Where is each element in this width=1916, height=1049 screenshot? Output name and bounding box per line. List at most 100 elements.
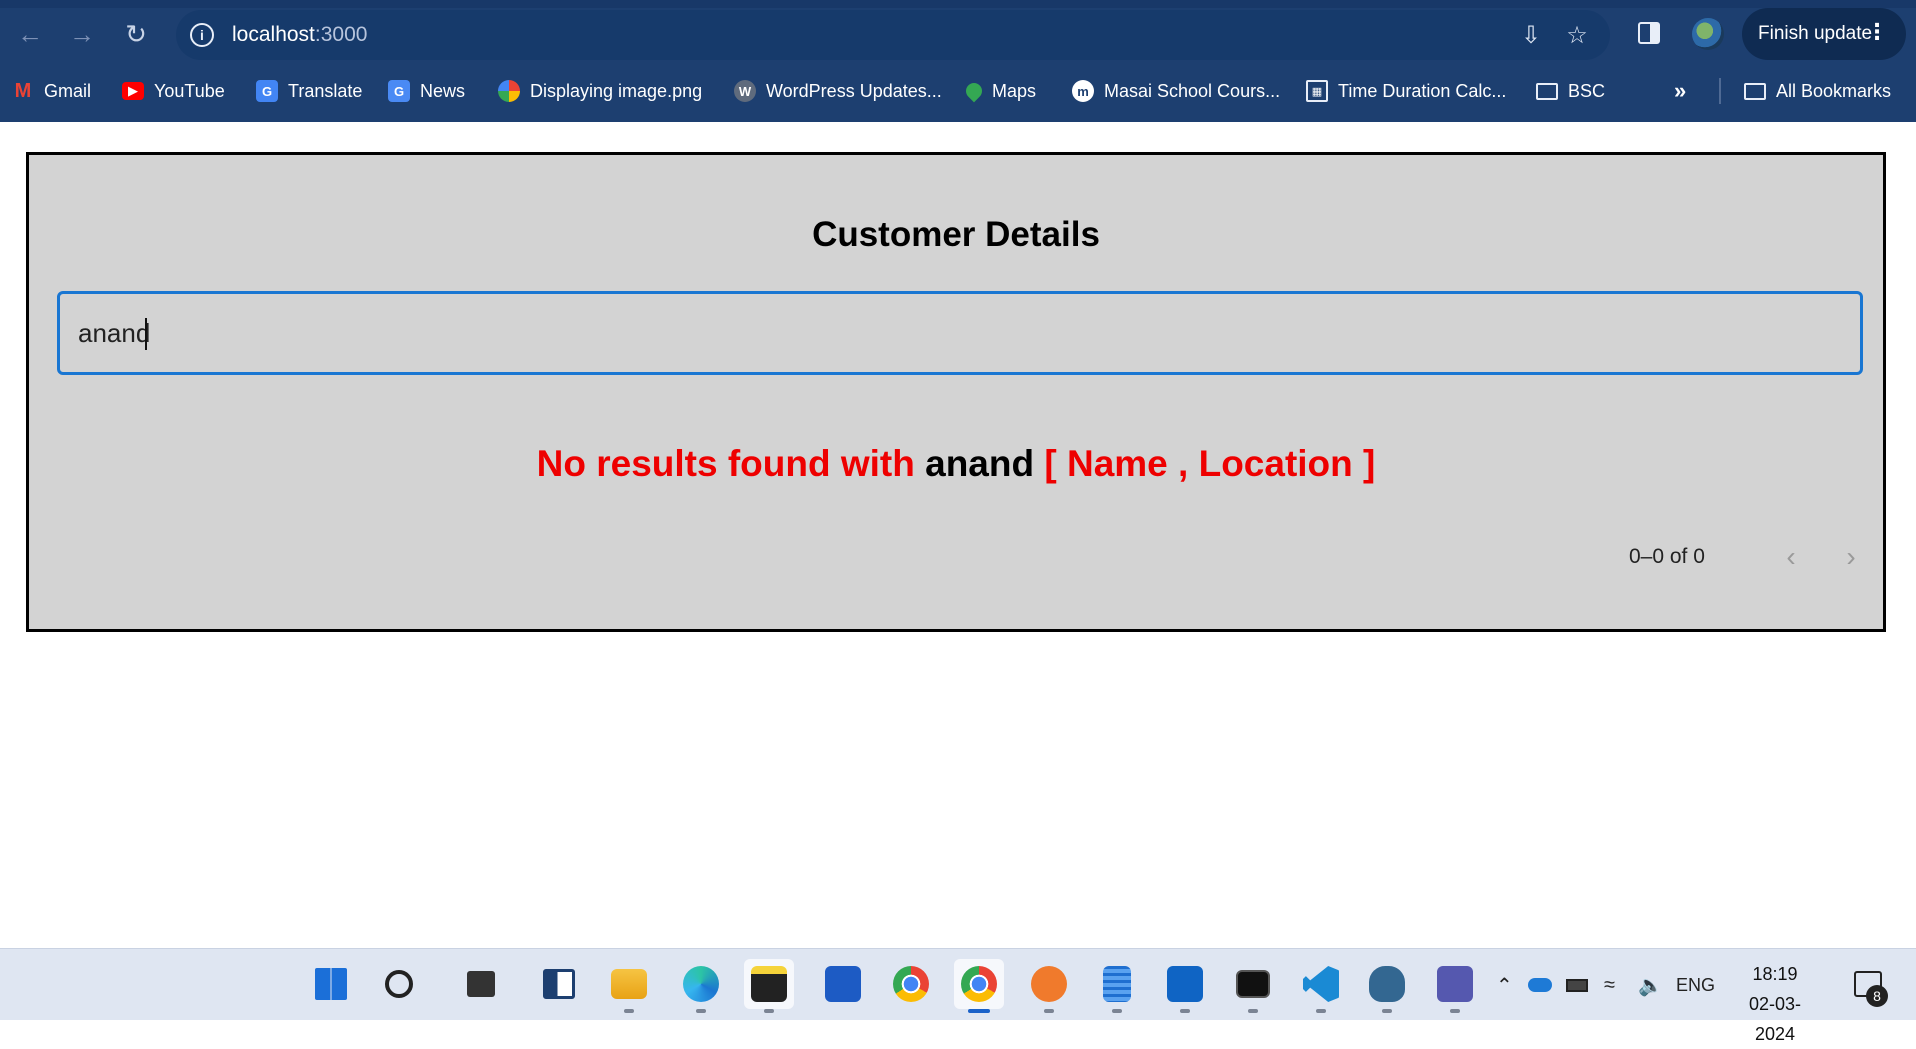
bookmark-maps[interactable]: Maps (962, 78, 1037, 104)
teams[interactable] (1430, 959, 1480, 1013)
chrome[interactable] (886, 959, 936, 1009)
translate-icon: G (256, 80, 278, 102)
no-results-prefix: No results found with (536, 443, 926, 484)
notification-count: 8 (1866, 985, 1888, 1007)
pagination-range: 0–0 of 0 (1629, 545, 1705, 568)
bookmark-label: Translate (288, 80, 363, 101)
bookmark-translate[interactable]: G Translate (256, 78, 362, 104)
vscode-icon (1303, 966, 1339, 1002)
postgres[interactable] (1362, 959, 1412, 1013)
bookmark-label: News (420, 80, 466, 101)
terminal-icon (1236, 970, 1270, 998)
onedrive-icon[interactable] (1528, 973, 1552, 997)
bookmark-label: Time Duration Calc... (1338, 80, 1507, 101)
search-icon (385, 970, 413, 998)
bookmark-label: Maps (992, 80, 1037, 101)
search-input[interactable] (57, 291, 1863, 375)
profile-avatar[interactable] (1692, 18, 1724, 50)
previous-page-icon[interactable]: ‹ (1769, 535, 1813, 579)
clock-date: 02-03-2024 (1748, 994, 1802, 1044)
youtube-icon: ▶ (122, 82, 144, 100)
back-icon[interactable]: ← (10, 14, 50, 54)
terminal[interactable] (1228, 959, 1278, 1013)
running-indicator (1382, 1009, 1392, 1013)
bookmark-displaying-image[interactable]: Displaying image.png (498, 78, 702, 104)
edge-icon (683, 966, 719, 1002)
chevron-up-icon[interactable]: ⌃ (1496, 973, 1513, 997)
finish-update-label: Finish update (1758, 23, 1873, 44)
volume-icon[interactable]: 🔈 (1638, 973, 1663, 997)
masai-icon: m (1072, 80, 1094, 102)
vscode[interactable] (1296, 959, 1346, 1013)
bookmark-gmail[interactable]: M Gmail (12, 78, 91, 104)
reload-icon[interactable]: ↻ (116, 14, 156, 54)
bookmark-news[interactable]: G News (388, 78, 465, 104)
system-clock[interactable]: 18:19 02-03-2024 (1730, 959, 1820, 1049)
no-results-fields: [ Name , Location ] (1034, 443, 1376, 484)
teams-icon (1437, 966, 1473, 1002)
file-explorer[interactable] (604, 959, 654, 1013)
chrome-profile-icon (961, 966, 997, 1002)
windows-taskbar: ⌃ ≈ 🔈 ENG 18:19 02-03-2024 8 (0, 948, 1916, 1044)
site-info-icon[interactable]: i (190, 23, 214, 47)
store-icon (825, 966, 861, 1002)
bookmark-wordpress[interactable]: W WordPress Updates... (734, 78, 942, 104)
sketch-app[interactable] (1024, 959, 1074, 1013)
bookmark-label: YouTube (154, 80, 225, 101)
widgets[interactable] (534, 959, 584, 1009)
photos-icon (498, 80, 520, 102)
forward-icon[interactable]: → (62, 14, 102, 54)
bookmark-masai[interactable]: m Masai School Cours... (1072, 78, 1280, 104)
maps-icon (962, 79, 986, 103)
url-text[interactable]: localhost:3000 (232, 23, 367, 47)
gmail-icon: M (14, 79, 32, 102)
bookmarks-bar: M Gmail ▶ YouTube G Translate G News Dis… (0, 70, 1916, 112)
chrome-profile[interactable] (954, 959, 1004, 1013)
running-indicator (624, 1009, 634, 1013)
wifi-icon[interactable]: ≈ (1604, 973, 1615, 997)
start-button[interactable] (306, 959, 356, 1009)
no-results-message: No results found with anand [ Name , Loc… (29, 443, 1883, 485)
notepad[interactable] (1092, 959, 1142, 1013)
running-indicator (764, 1009, 774, 1013)
running-indicator (696, 1009, 706, 1013)
install-app-icon[interactable]: ⇩ (1516, 20, 1546, 50)
bookmarks-divider (1719, 78, 1721, 104)
bookmark-label: Gmail (44, 80, 92, 101)
kebab-menu-icon: ⋮ (1866, 19, 1888, 44)
battery-icon[interactable] (1566, 973, 1588, 997)
url-host: localhost (232, 23, 315, 46)
chrome-icon (893, 966, 929, 1002)
finish-update-button[interactable]: Finish update ⋮ (1742, 8, 1906, 60)
next-page-icon[interactable]: › (1829, 535, 1873, 579)
all-bookmarks-button[interactable]: All Bookmarks (1744, 78, 1891, 104)
bookmark-label: BSC (1568, 80, 1606, 101)
outlook[interactable] (1160, 959, 1210, 1013)
widgets-icon (543, 969, 575, 999)
all-bookmarks-label: All Bookmarks (1776, 80, 1892, 101)
task-view[interactable] (456, 959, 506, 1009)
task-view-icon (467, 971, 495, 997)
file-explorer-icon (611, 969, 647, 999)
taskbar-search[interactable] (374, 959, 424, 1009)
language-indicator[interactable]: ENG (1676, 973, 1715, 997)
bookmark-label: WordPress Updates... (766, 80, 942, 101)
edge[interactable] (676, 959, 726, 1013)
bookmark-time-duration[interactable]: ▦ Time Duration Calc... (1306, 78, 1506, 104)
customer-details-panel: Customer Details No results found with a… (26, 152, 1886, 632)
microsoft-store[interactable] (818, 959, 868, 1009)
bookmark-label: Displaying image.png (530, 80, 703, 101)
more-bookmarks-icon[interactable]: » (1674, 78, 1686, 104)
bookmark-youtube[interactable]: ▶ YouTube (122, 78, 225, 104)
bookmark-star-icon[interactable]: ☆ (1562, 20, 1592, 50)
side-panel-icon[interactable] (1638, 22, 1660, 44)
tab-strip (0, 0, 1916, 8)
notepad-icon (1103, 966, 1131, 1002)
news-icon: G (388, 80, 410, 102)
running-indicator (1044, 1009, 1054, 1013)
bookmark-bsc[interactable]: BSC (1536, 78, 1605, 104)
address-bar[interactable]: i localhost:3000 ⇩ ☆ (176, 10, 1610, 60)
browser-toolbar: ← → ↻ i localhost:3000 ⇩ ☆ Finish update… (0, 0, 1916, 122)
sticky-notes[interactable] (744, 959, 794, 1013)
wordpress-icon: W (734, 80, 756, 102)
